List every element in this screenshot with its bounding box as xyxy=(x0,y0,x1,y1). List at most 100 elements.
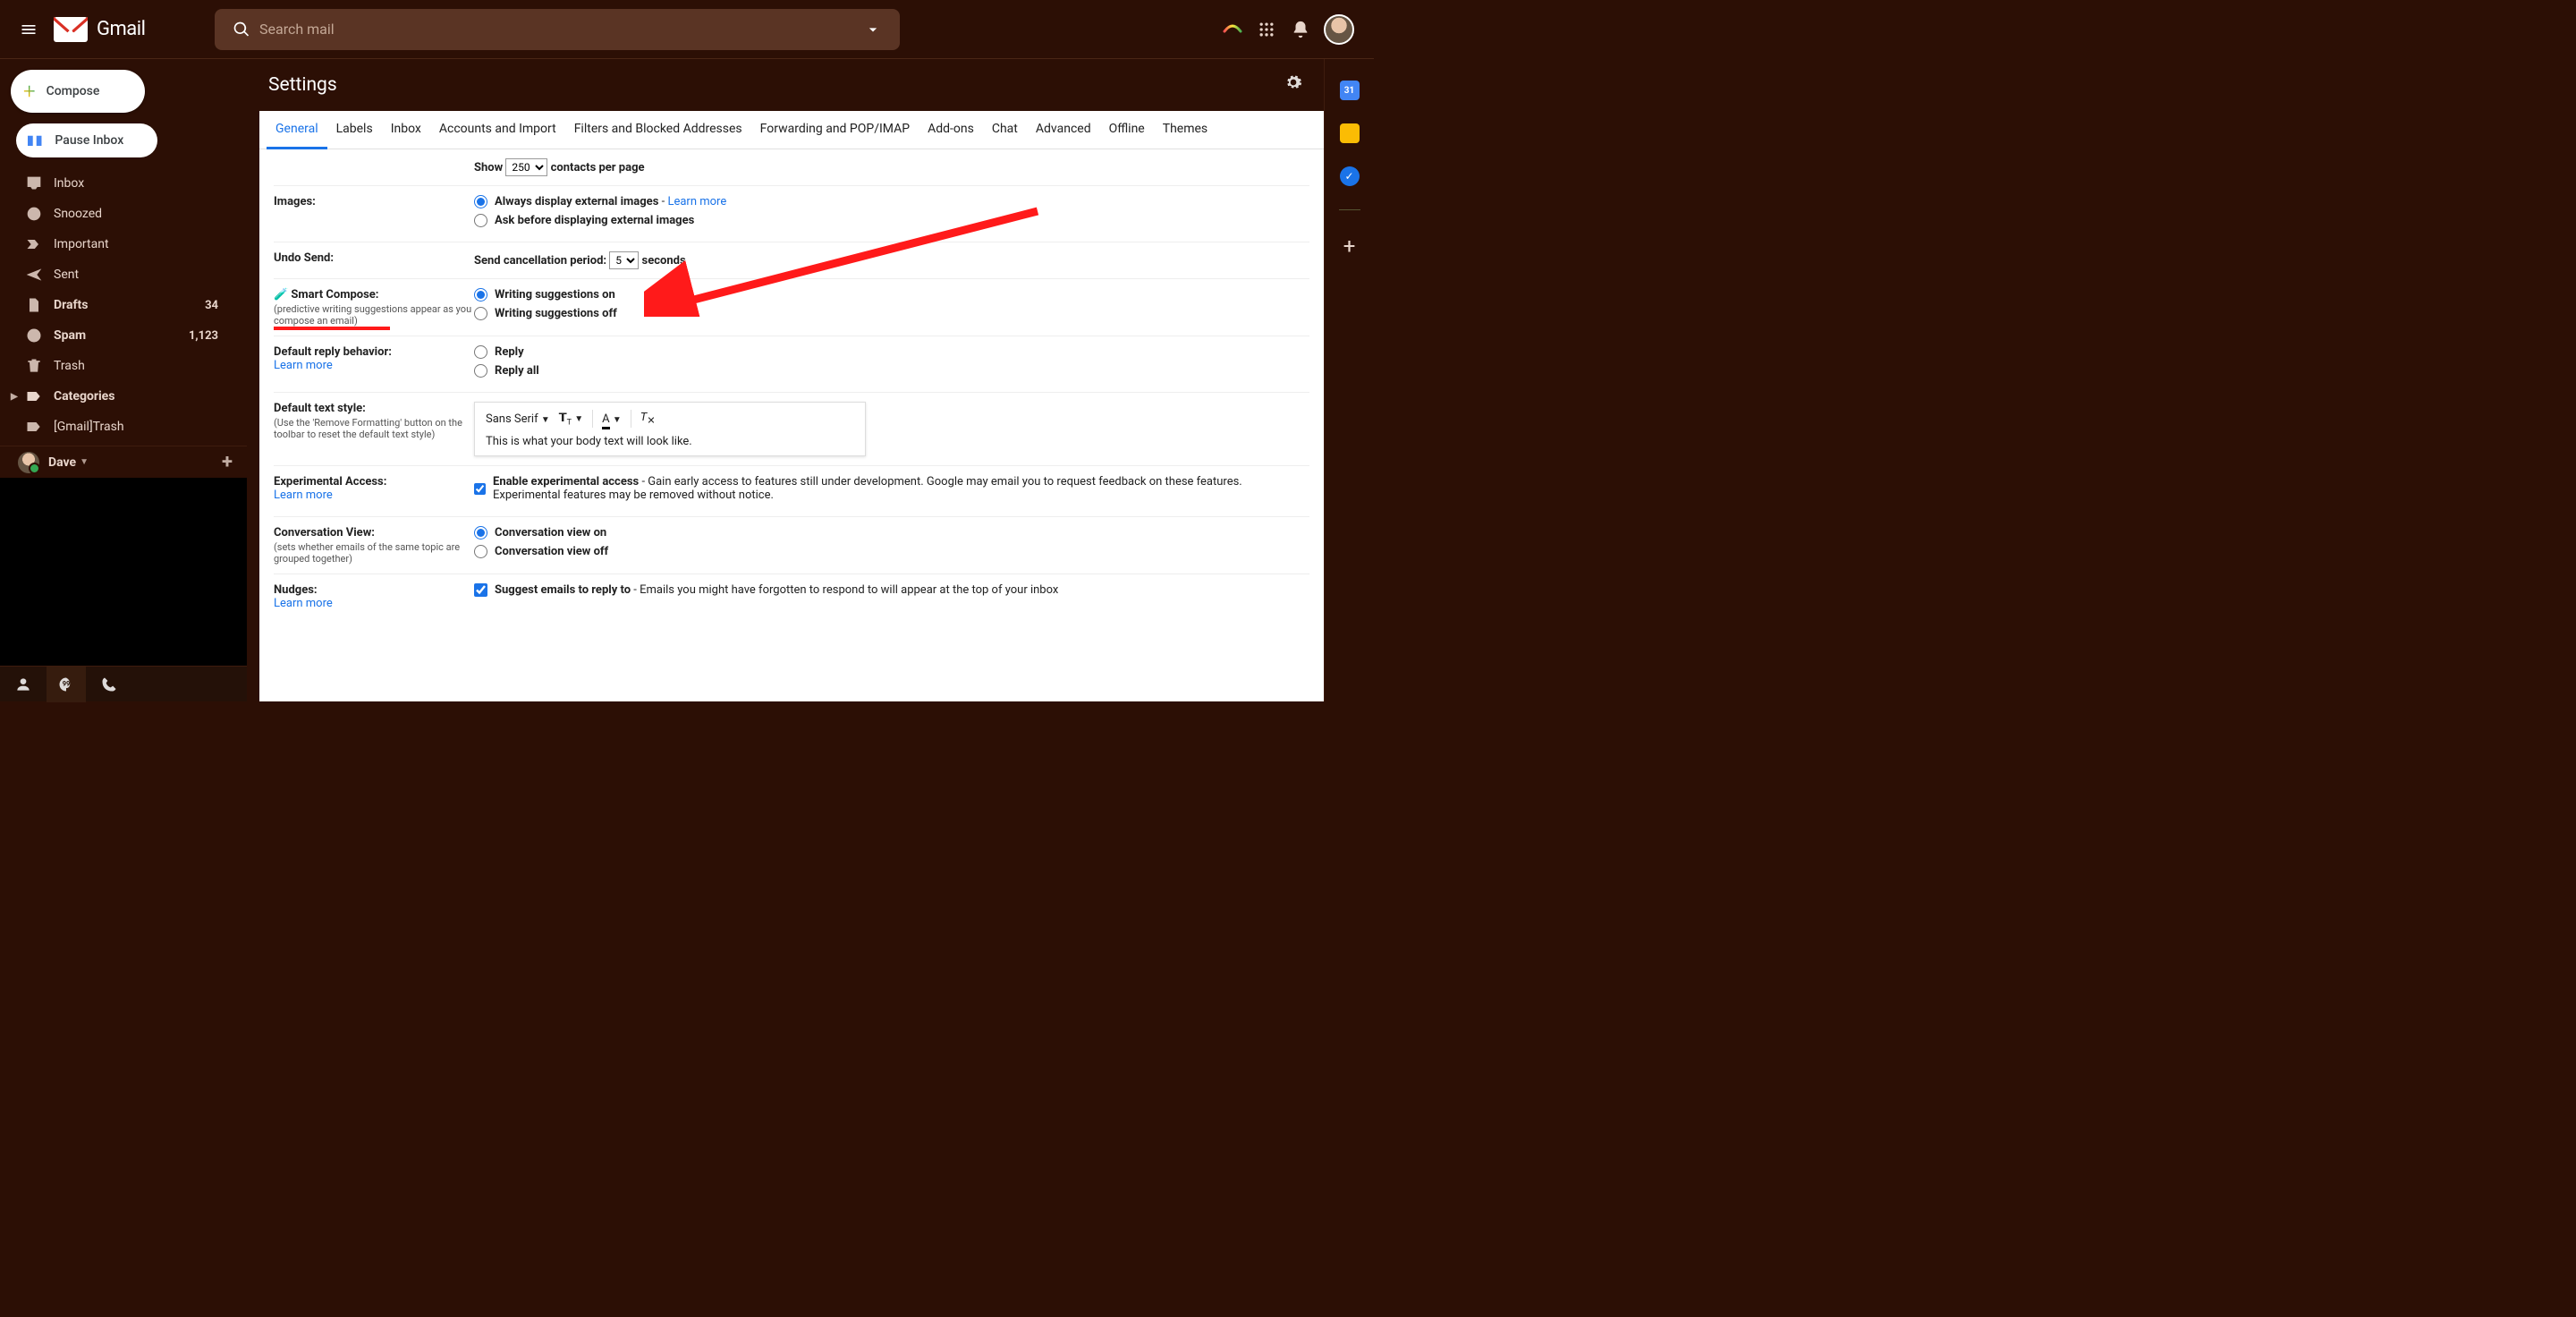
conversation-on-option[interactable]: Conversation view on xyxy=(474,526,1309,540)
logo-area[interactable]: Gmail xyxy=(54,17,215,42)
tab-accounts[interactable]: Accounts and Import xyxy=(430,111,565,149)
clock-icon xyxy=(25,205,54,223)
text-style-toolbar: Sans Serif ▼ 𝗧T ▼ A ▼ T✕ xyxy=(486,410,854,435)
remove-formatting-button[interactable]: T✕ xyxy=(640,411,656,427)
account-avatar[interactable] xyxy=(1324,14,1354,45)
nav-important[interactable]: Important xyxy=(0,229,236,259)
tab-chat[interactable]: Chat xyxy=(983,111,1027,149)
hangouts-tab[interactable]: 99 xyxy=(47,667,86,702)
tab-inbox[interactable]: Inbox xyxy=(382,111,430,149)
nav-trash[interactable]: Trash xyxy=(0,351,236,381)
google-apps-button[interactable] xyxy=(1256,19,1277,40)
important-icon xyxy=(25,235,54,253)
keep-addon-button[interactable] xyxy=(1340,123,1360,143)
learn-more-link[interactable]: Learn more xyxy=(274,489,333,502)
checkbox-input[interactable] xyxy=(474,482,486,496)
nav-drafts[interactable]: Drafts34 xyxy=(0,290,236,320)
phone-tab[interactable] xyxy=(89,667,129,702)
tab-general[interactable]: General xyxy=(267,111,327,149)
tab-offline[interactable]: Offline xyxy=(1100,111,1154,149)
settings-gear-button[interactable] xyxy=(1284,73,1302,97)
conversation-off-option[interactable]: Conversation view off xyxy=(474,545,1309,558)
header-right xyxy=(1222,14,1367,45)
font-select[interactable]: Sans Serif ▼ xyxy=(486,412,550,426)
get-addons-button[interactable]: + xyxy=(1343,234,1356,259)
setting-default-reply: Default reply behavior: Learn more Reply… xyxy=(274,336,1309,393)
setting-text-style: Default text style: (Use the 'Remove For… xyxy=(274,393,1309,466)
nav-spam[interactable]: Spam1,123 xyxy=(0,320,236,351)
reply-all-option[interactable]: Reply all xyxy=(474,364,1309,378)
tab-labels[interactable]: Labels xyxy=(327,111,382,149)
main-panel: Settings General Labels Inbox Accounts a… xyxy=(247,59,1324,701)
contacts-per-page-select[interactable]: 250 xyxy=(505,158,547,176)
tab-addons[interactable]: Add-ons xyxy=(919,111,983,149)
search-options-dropdown[interactable] xyxy=(855,21,891,38)
contacts-tab[interactable] xyxy=(4,667,43,702)
search-button[interactable] xyxy=(224,21,259,38)
notifications-button[interactable] xyxy=(1290,19,1311,40)
setting-label: Conversation View: (sets whether emails … xyxy=(274,526,474,565)
radio-input[interactable] xyxy=(474,364,487,378)
setting-conversation-view: Conversation View: (sets whether emails … xyxy=(274,517,1309,574)
plus-icon: + xyxy=(23,79,36,104)
nav-categories[interactable]: ▶Categories xyxy=(0,381,247,412)
radio-input[interactable] xyxy=(474,307,487,320)
pause-label: Pause Inbox xyxy=(55,133,123,148)
inbox-icon xyxy=(25,174,54,192)
label-icon xyxy=(25,387,54,405)
learn-more-link[interactable]: Learn more xyxy=(274,597,333,610)
reply-option[interactable]: Reply xyxy=(474,345,1309,359)
search-bar[interactable] xyxy=(215,9,900,50)
apps-grid-icon xyxy=(1258,21,1275,38)
radio-input[interactable] xyxy=(474,288,487,302)
images-ask-option[interactable]: Ask before displaying external images xyxy=(474,214,1309,227)
text-color-select[interactable]: A ▼ xyxy=(602,412,622,426)
tasks-addon-button[interactable] xyxy=(1340,166,1360,186)
setting-undo-send: Undo Send: Send cancellation period: 5 s… xyxy=(274,242,1309,279)
search-icon xyxy=(233,21,250,38)
gmail-logo-icon xyxy=(54,17,88,42)
tab-filters[interactable]: Filters and Blocked Addresses xyxy=(565,111,751,149)
new-chat-button[interactable]: + xyxy=(222,451,233,473)
trash-icon xyxy=(25,357,54,375)
tab-themes[interactable]: Themes xyxy=(1154,111,1216,149)
text-style-sample: This is what your body text will look li… xyxy=(486,435,854,448)
red-underline-annotation xyxy=(274,327,390,330)
tab-forwarding[interactable]: Forwarding and POP/IMAP xyxy=(751,111,919,149)
nav-inbox[interactable]: Inbox xyxy=(0,168,236,199)
learn-more-link[interactable]: Learn more xyxy=(274,359,333,372)
images-always-option[interactable]: Always display external images - Learn m… xyxy=(474,195,1309,208)
hangouts-user-row[interactable]: Dave ▼ + xyxy=(0,446,247,478)
pause-inbox-button[interactable]: ▮▮ Pause Inbox xyxy=(16,123,157,157)
main-menu-button[interactable] xyxy=(7,8,50,51)
ta-advanced[interactable]: Advanced xyxy=(1027,111,1100,149)
settings-tabs: General Labels Inbox Accounts and Import… xyxy=(259,111,1324,149)
side-panel: + xyxy=(1324,59,1374,701)
settings-scroll[interactable]: Show 250 contacts per page Images: Alway… xyxy=(259,149,1324,701)
checkbox-input[interactable] xyxy=(474,583,487,597)
radio-input[interactable] xyxy=(474,214,487,227)
nudges-reply-checkbox-row[interactable]: Suggest emails to reply to - Emails you … xyxy=(474,583,1309,597)
radio-input[interactable] xyxy=(474,345,487,359)
send-icon xyxy=(25,266,54,284)
search-input[interactable] xyxy=(259,21,855,38)
calendar-addon-button[interactable] xyxy=(1340,81,1360,100)
setting-label: Default reply behavior: Learn more xyxy=(274,345,474,383)
setting-label: Experimental Access: Learn more xyxy=(274,475,474,507)
undo-period-select[interactable]: 5 xyxy=(609,251,639,269)
radio-input[interactable] xyxy=(474,526,487,540)
chevron-right-icon: ▶ xyxy=(11,392,25,402)
compose-button[interactable]: + Compose xyxy=(11,70,145,113)
learn-more-link[interactable]: Learn more xyxy=(667,195,726,208)
nav-gmail-trash[interactable]: [Gmail]Trash xyxy=(0,412,236,442)
font-size-select[interactable]: 𝗧T ▼ xyxy=(559,411,583,428)
radio-input[interactable] xyxy=(474,195,487,208)
nav-snoozed[interactable]: Snoozed xyxy=(0,199,236,229)
boomerang-icon[interactable] xyxy=(1222,19,1243,40)
nav-sent[interactable]: Sent xyxy=(0,259,236,290)
app-name: Gmail xyxy=(97,18,145,40)
smart-compose-off-option[interactable]: Writing suggestions off xyxy=(474,307,1309,320)
experimental-checkbox-row[interactable]: Enable experimental access - Gain early … xyxy=(474,475,1309,502)
smart-compose-on-option[interactable]: Writing suggestions on xyxy=(474,288,1309,302)
radio-input[interactable] xyxy=(474,545,487,558)
